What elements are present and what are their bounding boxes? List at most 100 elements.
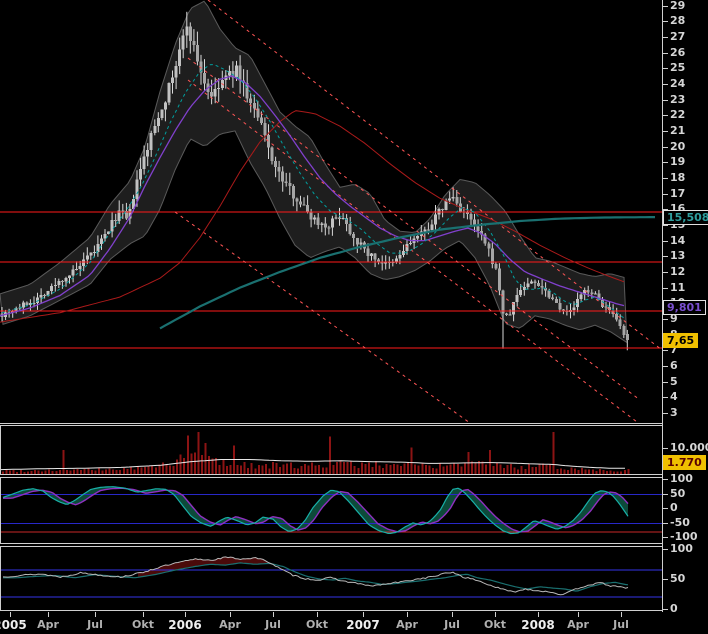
price-tick-mark: [663, 178, 668, 179]
date-tick-mark: [578, 612, 579, 617]
rsi-panel[interactable]: [0, 546, 663, 611]
price-tick-mark: [663, 413, 668, 414]
price-tick-mark: [663, 37, 668, 38]
rsi-signal-line: [3, 563, 628, 591]
price-tick-mark: [663, 84, 668, 85]
price-tick-label: 17: [670, 188, 685, 200]
date-tick-label: Jul: [87, 618, 103, 631]
date-tick-label: Apr: [37, 618, 59, 631]
price-tick-label: 21: [670, 125, 685, 137]
last-price-badge: 7,65: [663, 333, 698, 348]
rsi-tick-label: 100: [670, 543, 693, 555]
oscillator-tick-mark: [663, 479, 668, 480]
price-tick-label: 18: [670, 172, 685, 184]
date-tick-mark: [95, 612, 96, 617]
oscillator-tick-mark: [663, 537, 668, 538]
price-tick-label: 4: [670, 391, 678, 403]
date-tick-mark: [317, 612, 318, 617]
price-tick-label: 5: [670, 376, 678, 388]
rsi-tick-mark: [663, 579, 668, 580]
long-ma-last-value-badge: 15,508: [663, 210, 708, 225]
price-tick-mark: [663, 366, 668, 367]
volume-tick-mark: [663, 448, 668, 449]
date-tick-label: Jul: [613, 618, 629, 631]
date-tick-label: Jul: [444, 618, 460, 631]
price-tick-label: 6: [670, 360, 678, 372]
date-tick-label: 2005: [0, 618, 27, 632]
date-tick-label: Okt: [306, 618, 328, 631]
price-tick-label: 29: [670, 0, 685, 12]
date-tick-label: 2006: [168, 618, 201, 632]
medium-ma-last-value-badge: 9,801: [663, 300, 706, 315]
date-tick-label: Apr: [219, 618, 241, 631]
oscillator-tick-mark: [663, 508, 668, 509]
oscillator-tick-label: 0: [670, 502, 678, 514]
price-tick-mark: [663, 397, 668, 398]
date-tick-label: Apr: [396, 618, 418, 631]
price-tick-mark: [663, 256, 668, 257]
price-tick-mark: [663, 68, 668, 69]
price-tick-mark: [663, 147, 668, 148]
oscillator-panel[interactable]: [0, 477, 663, 544]
date-tick-mark: [407, 612, 408, 617]
date-tick-mark: [185, 612, 186, 617]
price-tick-label: 22: [670, 109, 685, 121]
price-tick-mark: [663, 288, 668, 289]
rsi-main-line: [3, 557, 628, 595]
rsi-tick-mark: [663, 609, 668, 610]
date-tick-label: Okt: [132, 618, 154, 631]
price-tick-mark: [663, 6, 668, 7]
price-tick-mark: [663, 241, 668, 242]
price-tick-label: 14: [670, 235, 685, 247]
price-tick-label: 3: [670, 407, 678, 419]
price-tick-mark: [663, 100, 668, 101]
price-tick-label: 19: [670, 156, 685, 168]
price-tick-label: 25: [670, 62, 685, 74]
price-chart-canvas[interactable]: [0, 0, 663, 423]
date-tick-label: Apr: [567, 618, 589, 631]
price-tick-label: 11: [670, 282, 685, 294]
date-tick-label: 2008: [521, 618, 554, 632]
price-tick-label: 28: [670, 15, 685, 27]
date-tick-mark: [363, 612, 364, 617]
price-tick-label: 27: [670, 31, 685, 43]
oscillator-tick-label: 100: [670, 473, 693, 485]
last-volume-badge: 1.770: [663, 455, 706, 470]
date-tick-mark: [143, 612, 144, 617]
date-tick-mark: [10, 612, 11, 617]
price-tick-label: 20: [670, 141, 685, 153]
date-tick-mark: [48, 612, 49, 617]
volume-tick-label: 10.000: [670, 442, 708, 454]
oscillator-tick-mark: [663, 523, 668, 524]
date-tick-mark: [452, 612, 453, 617]
price-tick-label: 12: [670, 266, 685, 278]
oscillator-tick-mark: [663, 494, 668, 495]
price-tick-mark: [663, 319, 668, 320]
price-tick-mark: [663, 382, 668, 383]
date-axis: 2005 Apr Jul Okt 2006 Apr Jul Okt 2007 Apr Jul Okt 2…: [0, 612, 708, 634]
charting-terminal-window: 2928272625242322212019181716151413121110…: [0, 0, 708, 634]
oscillator-tick-label: -50: [670, 517, 690, 529]
volume-canvas[interactable]: [1, 426, 662, 474]
date-tick-mark: [495, 612, 496, 617]
date-tick-mark: [538, 612, 539, 617]
date-tick-label: 2007: [346, 618, 379, 632]
volume-panel[interactable]: [0, 425, 663, 475]
price-tick-mark: [663, 225, 668, 226]
date-tick-mark: [230, 612, 231, 617]
price-chart-panel[interactable]: [0, 0, 663, 424]
price-tick-label: 24: [670, 78, 685, 90]
price-tick-mark: [663, 131, 668, 132]
price-tick-mark: [663, 272, 668, 273]
price-tick-mark: [663, 21, 668, 22]
oscillator-tick-label: 50: [670, 488, 685, 500]
price-tick-mark: [663, 350, 668, 351]
oscillator-canvas[interactable]: [1, 478, 662, 543]
rsi-canvas[interactable]: [1, 547, 662, 610]
date-tick-label: Jul: [265, 618, 281, 631]
price-tick-mark: [663, 53, 668, 54]
price-tick-mark: [663, 162, 668, 163]
date-tick-label: Okt: [484, 618, 506, 631]
date-tick-mark: [621, 612, 622, 617]
rsi-tick-label: 50: [670, 573, 685, 585]
